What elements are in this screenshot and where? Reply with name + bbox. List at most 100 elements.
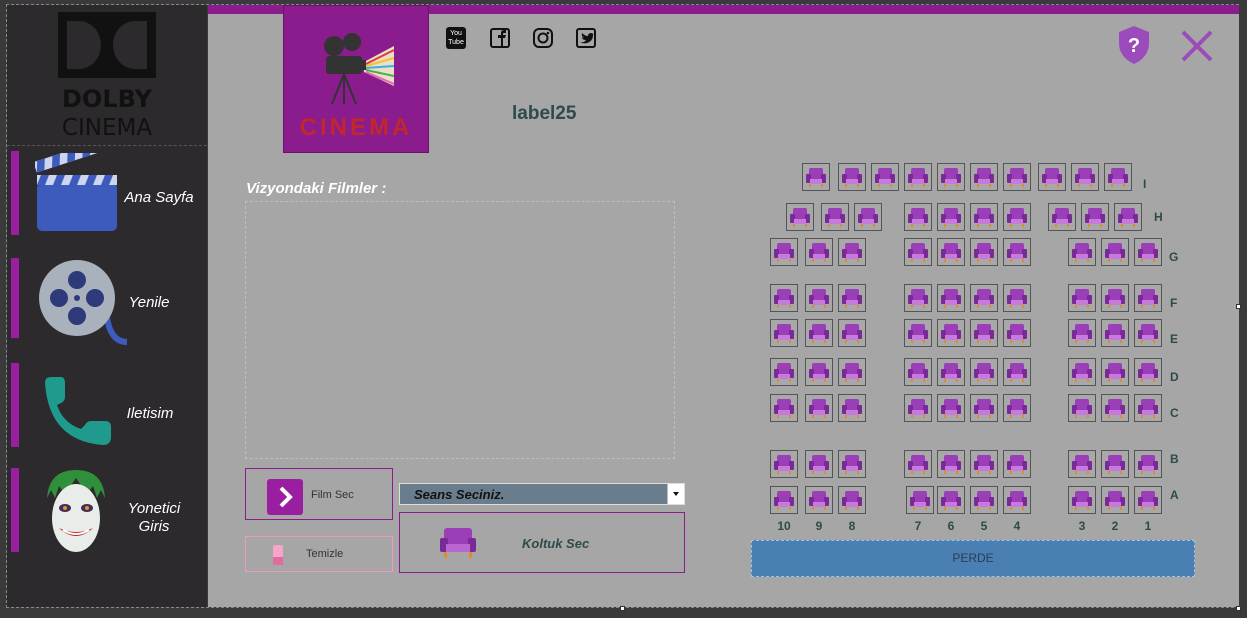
seat-H-6[interactable]: [937, 203, 965, 231]
seat-B-1[interactable]: [1134, 450, 1162, 478]
seat-I-3[interactable]: [1038, 163, 1066, 191]
seat-C-6[interactable]: [937, 394, 965, 422]
seat-D-1[interactable]: [1134, 358, 1162, 386]
seat-D-3[interactable]: [1068, 358, 1096, 386]
seat-I-2[interactable]: [1071, 163, 1099, 191]
seat-D-4[interactable]: [1003, 358, 1031, 386]
seat-C-2[interactable]: [1101, 394, 1129, 422]
seat-E-8[interactable]: [838, 319, 866, 347]
seat-B-10[interactable]: [770, 450, 798, 478]
seat-E-4[interactable]: [1003, 319, 1031, 347]
seat-B-6[interactable]: [937, 450, 965, 478]
seat-G-4[interactable]: [1003, 238, 1031, 266]
seat-F-2[interactable]: [1101, 284, 1129, 312]
seat-F-7[interactable]: [904, 284, 932, 312]
resize-handle[interactable]: [1236, 304, 1241, 309]
seat-C-5[interactable]: [970, 394, 998, 422]
twitter-icon[interactable]: [575, 27, 597, 49]
seat-G-5[interactable]: [970, 238, 998, 266]
facebook-icon[interactable]: [489, 27, 511, 49]
seat-G-1[interactable]: [1134, 238, 1162, 266]
seat-I-9[interactable]: [838, 163, 866, 191]
seat-A-3[interactable]: [1068, 486, 1096, 514]
seat-H-8[interactable]: [854, 203, 882, 231]
seat-D-5[interactable]: [970, 358, 998, 386]
sidebar-item-ana-sayfa[interactable]: Ana Sayfa: [7, 151, 207, 251]
seat-A-7[interactable]: [906, 486, 934, 514]
seat-F-9[interactable]: [805, 284, 833, 312]
seat-B-4[interactable]: [1003, 450, 1031, 478]
seat-E-6[interactable]: [937, 319, 965, 347]
seat-H-2[interactable]: [1081, 203, 1109, 231]
seat-C-3[interactable]: [1068, 394, 1096, 422]
seat-C-7[interactable]: [904, 394, 932, 422]
seat-G-2[interactable]: [1101, 238, 1129, 266]
seat-A-8[interactable]: [838, 486, 866, 514]
seat-I-4[interactable]: [1003, 163, 1031, 191]
youtube-icon[interactable]: You Tube: [446, 27, 468, 49]
resize-handle[interactable]: [620, 606, 625, 611]
seat-F-5[interactable]: [970, 284, 998, 312]
seat-H-1[interactable]: [1114, 203, 1142, 231]
seat-G-8[interactable]: [838, 238, 866, 266]
seat-E-7[interactable]: [904, 319, 932, 347]
seat-C-1[interactable]: [1134, 394, 1162, 422]
seat-I-6[interactable]: [937, 163, 965, 191]
seat-I-1[interactable]: [1104, 163, 1132, 191]
seat-B-5[interactable]: [970, 450, 998, 478]
seat-I-8[interactable]: [871, 163, 899, 191]
seat-A-9[interactable]: [805, 486, 833, 514]
seat-C-9[interactable]: [805, 394, 833, 422]
seat-H-4[interactable]: [1003, 203, 1031, 231]
seat-H-5[interactable]: [970, 203, 998, 231]
sidebar-item-iletisim[interactable]: Iletisim: [7, 363, 207, 463]
sidebar-item-yonetici-giris[interactable]: Yonetici Giris: [7, 468, 207, 568]
seat-F-3[interactable]: [1068, 284, 1096, 312]
seat-H-10[interactable]: [786, 203, 814, 231]
seat-I-10[interactable]: [802, 163, 830, 191]
seans-select[interactable]: Seans Seciniz.: [399, 483, 685, 505]
instagram-icon[interactable]: [532, 27, 554, 49]
seat-D-6[interactable]: [937, 358, 965, 386]
seat-E-10[interactable]: [770, 319, 798, 347]
seat-I-7[interactable]: [904, 163, 932, 191]
seat-F-8[interactable]: [838, 284, 866, 312]
seat-B-3[interactable]: [1068, 450, 1096, 478]
seat-A-4[interactable]: [1003, 486, 1031, 514]
seat-G-6[interactable]: [937, 238, 965, 266]
seat-E-1[interactable]: [1134, 319, 1162, 347]
temizle-button[interactable]: Temizle: [245, 536, 393, 572]
seat-B-9[interactable]: [805, 450, 833, 478]
films-list[interactable]: [245, 201, 675, 459]
seat-A-6[interactable]: [937, 486, 965, 514]
seat-F-10[interactable]: [770, 284, 798, 312]
seat-G-3[interactable]: [1068, 238, 1096, 266]
seat-H-7[interactable]: [904, 203, 932, 231]
seat-E-2[interactable]: [1101, 319, 1129, 347]
seat-A-1[interactable]: [1134, 486, 1162, 514]
seat-H-9[interactable]: [821, 203, 849, 231]
seat-D-7[interactable]: [904, 358, 932, 386]
seat-A-2[interactable]: [1101, 486, 1129, 514]
help-shield-icon[interactable]: ?: [1117, 25, 1151, 65]
seat-A-10[interactable]: [770, 486, 798, 514]
seat-E-5[interactable]: [970, 319, 998, 347]
seat-C-10[interactable]: [770, 394, 798, 422]
close-icon[interactable]: [1180, 29, 1214, 63]
seat-E-3[interactable]: [1068, 319, 1096, 347]
seat-F-1[interactable]: [1134, 284, 1162, 312]
seat-G-10[interactable]: [770, 238, 798, 266]
film-sec-button[interactable]: Film Sec: [245, 468, 393, 520]
seat-B-8[interactable]: [838, 450, 866, 478]
seat-G-9[interactable]: [805, 238, 833, 266]
seat-G-7[interactable]: [904, 238, 932, 266]
sidebar-item-yenile[interactable]: Yenile: [7, 258, 207, 358]
koltuk-sec-button[interactable]: Koltuk Sec: [399, 512, 685, 573]
seat-D-8[interactable]: [838, 358, 866, 386]
resize-handle[interactable]: [1236, 606, 1241, 611]
seat-D-9[interactable]: [805, 358, 833, 386]
seat-H-3[interactable]: [1048, 203, 1076, 231]
seat-D-10[interactable]: [770, 358, 798, 386]
seat-I-5[interactable]: [970, 163, 998, 191]
seat-C-4[interactable]: [1003, 394, 1031, 422]
